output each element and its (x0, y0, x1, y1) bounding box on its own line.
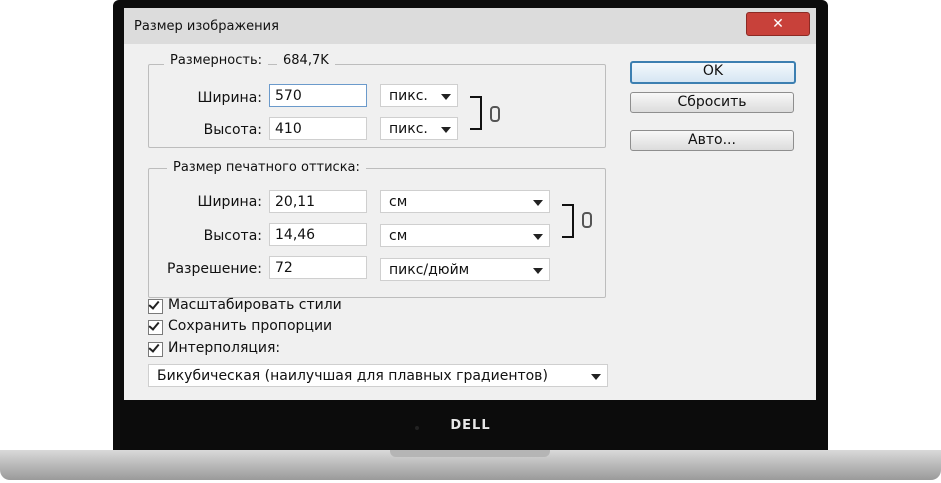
scale-styles-label: Масштабировать стили (168, 297, 342, 313)
doc-width-unit-value: см (389, 194, 408, 210)
interpolation-method-select[interactable]: Бикубическая (наилучшая для плавных град… (148, 364, 608, 387)
constrain-proportions-label: Сохранить пропорции (168, 318, 333, 334)
chevron-down-icon (533, 268, 543, 274)
resolution-input[interactable]: 72 (269, 256, 367, 279)
pixel-width-unit-value: пикс. (389, 88, 428, 104)
chevron-down-icon (441, 94, 451, 100)
document-link-bracket (562, 204, 574, 238)
pixel-height-unit-value: пикс. (389, 121, 428, 137)
pixel-height-input[interactable]: 410 (269, 117, 367, 140)
laptop-base-notch (390, 450, 550, 457)
resolution-unit-value: пикс/дюйм (389, 262, 470, 278)
doc-height-unit-select[interactable]: см (380, 224, 550, 247)
doc-width-input[interactable]: 20,11 (269, 190, 367, 213)
doc-height-input[interactable]: 14,46 (269, 223, 367, 246)
chevron-down-icon (441, 127, 451, 133)
checkmark-icon (148, 341, 160, 353)
chevron-down-icon (533, 234, 543, 240)
reset-button[interactable]: Сбросить (630, 92, 794, 113)
auto-button[interactable]: Авто... (630, 130, 794, 151)
pixel-size-value: 684,7K (277, 53, 335, 68)
pixel-width-input[interactable]: 570 (269, 84, 367, 107)
document-size-legend: Размер печатного оттиска: (167, 160, 366, 175)
interpolation-method-value: Бикубическая (наилучшая для плавных град… (157, 368, 548, 384)
pixel-height-label: Высота: (203, 122, 262, 138)
pixel-height-unit-select[interactable]: пикс. (380, 117, 458, 140)
pixel-width-label: Ширина: (197, 90, 262, 106)
chain-link-icon (490, 106, 500, 122)
close-button[interactable]: ✕ (746, 12, 810, 36)
pixel-width-unit-select[interactable]: пикс. (380, 84, 458, 107)
doc-height-label: Высота: (203, 228, 262, 244)
resolution-label: Разрешение: (167, 261, 262, 277)
pixel-link-bracket (470, 96, 482, 130)
title-bar: Размер изображения ✕ (124, 8, 816, 44)
dialog-title: Размер изображения (134, 19, 279, 34)
chevron-down-icon (533, 200, 543, 206)
chain-link-icon (582, 212, 592, 228)
dell-logo: DELL (450, 418, 491, 433)
resample-label: Интерполяция: (168, 340, 281, 356)
ok-button[interactable]: OK (630, 61, 796, 84)
image-size-dialog: Размер изображения ✕ Размерность: 684,7K… (124, 8, 816, 400)
chevron-down-icon (591, 374, 601, 380)
scale-styles-checkbox[interactable] (148, 298, 163, 314)
doc-width-unit-select[interactable]: см (380, 190, 550, 213)
doc-width-label: Ширина: (197, 194, 262, 210)
constrain-proportions-checkbox[interactable] (148, 319, 163, 335)
pixel-dimensions-legend: Размерность: (164, 53, 268, 68)
resample-checkbox[interactable] (148, 341, 163, 357)
resolution-unit-select[interactable]: пикс/дюйм (380, 258, 550, 281)
checkmark-icon (148, 319, 160, 331)
checkmark-icon (148, 298, 160, 310)
doc-height-unit-value: см (389, 228, 408, 244)
